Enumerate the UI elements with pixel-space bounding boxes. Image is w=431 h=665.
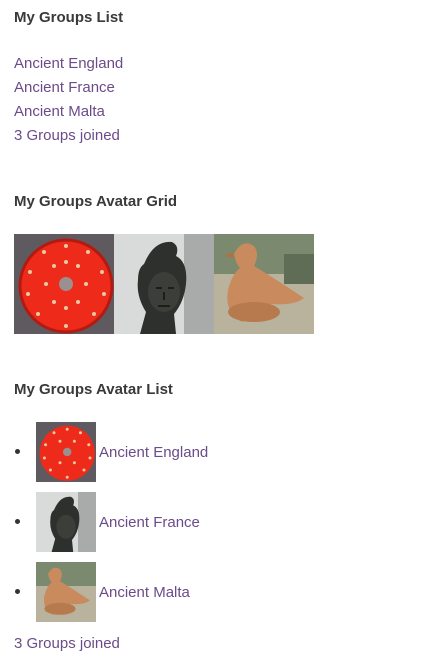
red-shield-avatar[interactable] xyxy=(36,422,96,482)
group-link-ancient-malta[interactable]: Ancient Malta xyxy=(14,103,105,120)
groups-avatar-grid-widget: My Groups Avatar Grid xyxy=(14,193,424,334)
clay-bird-avatar[interactable] xyxy=(36,562,96,622)
groups-joined-link[interactable]: 3 Groups joined xyxy=(14,124,424,148)
groups-avatar-list-widget: My Groups Avatar List Ancient England An… xyxy=(14,381,424,652)
group-link-ancient-england[interactable]: Ancient England xyxy=(14,55,123,72)
groups-list-title: My Groups List xyxy=(14,9,124,26)
groups-list: Ancient England Ancient France Ancient M… xyxy=(14,52,424,124)
list-item: Ancient England xyxy=(14,422,424,482)
list-item: Ancient France xyxy=(14,76,424,100)
group-link-ancient-france[interactable]: Ancient France xyxy=(14,79,115,96)
groups-list-widget: My Groups List Ancient England Ancient F… xyxy=(14,9,424,148)
avatar-grid-title: My Groups Avatar Grid xyxy=(14,193,178,210)
list-item: Ancient Malta xyxy=(14,562,424,622)
list-item: Ancient Malta xyxy=(14,100,424,124)
group-link-ancient-malta[interactable]: Ancient Malta xyxy=(99,584,190,601)
bullet-icon xyxy=(15,449,20,454)
avatar-list-title: My Groups Avatar List xyxy=(14,381,173,398)
bullet-icon xyxy=(15,519,20,524)
groups-joined-link[interactable]: 3 Groups joined xyxy=(14,635,120,652)
bullet-icon xyxy=(15,589,20,594)
red-shield-avatar[interactable] xyxy=(14,234,114,334)
group-link-ancient-france[interactable]: Ancient France xyxy=(99,514,200,531)
list-item: Ancient England xyxy=(14,52,424,76)
bronze-bust-avatar[interactable] xyxy=(114,234,214,334)
bronze-bust-avatar[interactable] xyxy=(36,492,96,552)
avatar-grid xyxy=(14,234,424,334)
group-link-ancient-england[interactable]: Ancient England xyxy=(99,444,208,461)
clay-bird-avatar[interactable] xyxy=(214,234,314,334)
list-item: Ancient France xyxy=(14,492,424,552)
avatar-list: Ancient England Ancient France Ancient M… xyxy=(14,422,424,622)
